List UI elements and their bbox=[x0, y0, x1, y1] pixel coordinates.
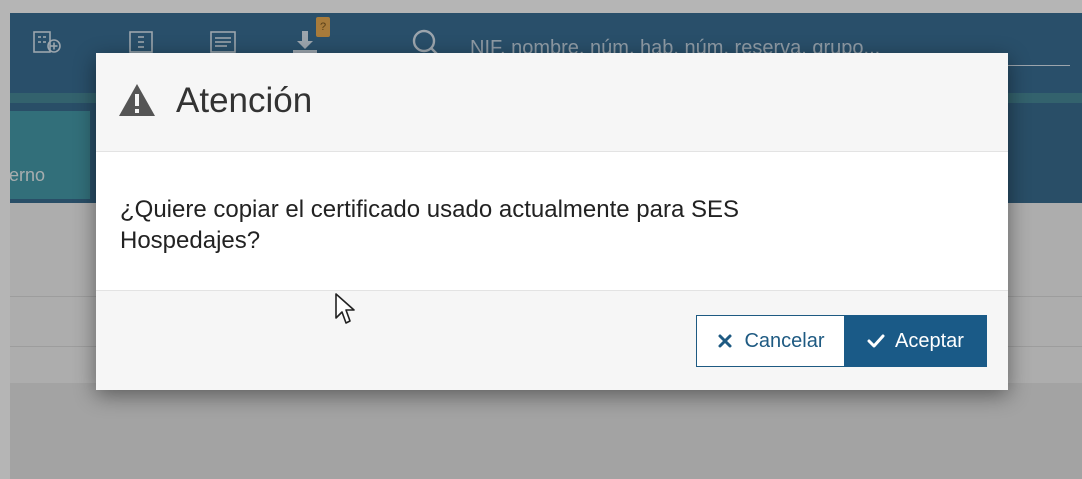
mouse-cursor-icon bbox=[334, 292, 356, 326]
cancel-button-label: Cancelar bbox=[744, 329, 825, 352]
close-icon bbox=[716, 332, 734, 350]
dialog-message: ¿Quiere copiar el certificado usado actu… bbox=[120, 196, 739, 254]
dialog-footer: Cancelar Aceptar bbox=[96, 290, 1008, 390]
accept-button[interactable]: Aceptar bbox=[844, 315, 987, 367]
dialog-title: Atención bbox=[176, 81, 313, 120]
accept-button-label: Aceptar bbox=[895, 329, 964, 352]
warning-icon bbox=[118, 83, 156, 117]
dialog-header: Atención bbox=[96, 53, 1008, 152]
check-icon bbox=[867, 332, 885, 350]
cancel-button[interactable]: Cancelar bbox=[696, 315, 845, 367]
dialog-body: ¿Quiere copiar el certificado usado actu… bbox=[96, 152, 1008, 290]
confirm-dialog: Atención ¿Quiere copiar el certificado u… bbox=[96, 53, 1008, 390]
